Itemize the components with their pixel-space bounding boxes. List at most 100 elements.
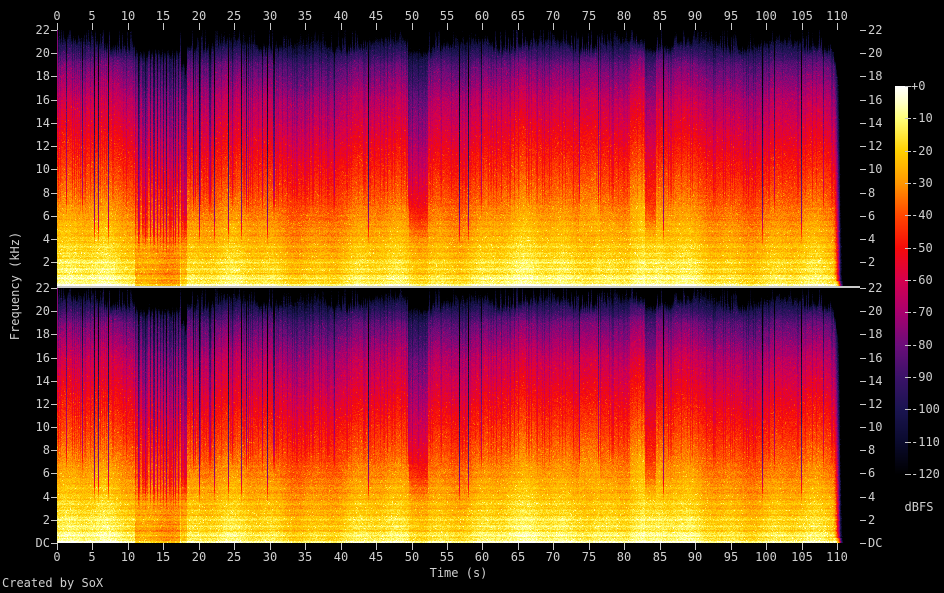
frequency-axis-title: Frequency (kHz) — [8, 231, 22, 341]
colorbar-tick-label: -50 — [911, 241, 933, 255]
time-tick-label-bottom: 55 — [439, 550, 455, 564]
time-tick-label-top: 110 — [826, 9, 848, 23]
freq-tick-label-right: 8 — [868, 186, 876, 200]
time-tick-bottom — [447, 543, 448, 550]
colorbar-tick-label: -70 — [911, 305, 933, 319]
freq-tick-label-right: 10 — [868, 162, 883, 176]
time-tick-top — [731, 23, 732, 30]
time-tick-bottom — [589, 543, 590, 550]
freq-tick-label-left: 12 — [35, 397, 50, 411]
freq-tick-label-right: 10 — [868, 420, 883, 434]
freq-tick-right — [860, 450, 866, 451]
time-tick-label-bottom: 95 — [723, 550, 739, 564]
freq-tick-label-right: 12 — [868, 397, 883, 411]
time-tick-label-top: 65 — [510, 9, 526, 23]
time-tick-bottom — [234, 543, 235, 550]
freq-tick-left — [51, 262, 57, 263]
time-tick-top — [57, 23, 58, 30]
freq-tick-label-right: 8 — [868, 443, 876, 457]
freq-dc-label-right: DC — [868, 536, 883, 550]
time-tick-top — [305, 23, 306, 30]
time-tick-top — [802, 23, 803, 30]
freq-tick-left — [51, 53, 57, 54]
freq-tick-label-left: 20 — [35, 46, 50, 60]
time-tick-bottom — [163, 543, 164, 550]
colorbar-tick-label: -60 — [911, 273, 933, 287]
freq-tick-left — [51, 311, 57, 312]
freq-tick-label-right: 6 — [868, 209, 876, 223]
time-tick-top — [518, 23, 519, 30]
time-tick-bottom — [57, 543, 58, 550]
freq-tick-right — [860, 30, 866, 31]
time-tick-bottom — [305, 543, 306, 550]
colorbar-unit-label: dBFS — [904, 500, 934, 514]
time-tick-label-top: 75 — [581, 9, 597, 23]
colorbar-tick-label: -90 — [911, 370, 933, 384]
time-tick-label-bottom: 85 — [652, 550, 668, 564]
time-tick-top — [341, 23, 342, 30]
freq-tick-left — [51, 473, 57, 474]
time-tick-label-top: 35 — [297, 9, 313, 23]
freq-tick-right — [860, 216, 866, 217]
time-tick-top — [624, 23, 625, 30]
colorbar-tick-label: +0 — [911, 79, 926, 93]
colorbar-tick-label: -30 — [911, 176, 933, 190]
freq-tick-label-left: 22 — [35, 23, 50, 37]
time-tick-bottom — [660, 543, 661, 550]
time-tick-label-bottom: 25 — [226, 550, 242, 564]
freq-tick-label-right: 2 — [868, 513, 876, 527]
time-tick-label-top: 45 — [368, 9, 384, 23]
time-tick-label-top: 90 — [687, 9, 703, 23]
time-tick-label-bottom: 45 — [368, 550, 384, 564]
freq-tick-right — [860, 520, 866, 521]
time-tick-label-top: 60 — [474, 9, 490, 23]
time-tick-label-bottom: 15 — [155, 550, 171, 564]
freq-tick-left — [51, 520, 57, 521]
freq-tick-label-left: 10 — [35, 162, 50, 176]
freq-tick-label-left: 18 — [35, 69, 50, 83]
time-tick-top — [482, 23, 483, 30]
freq-tick-left — [51, 123, 57, 124]
freq-tick-right — [860, 334, 866, 335]
freq-tick-label-left: 6 — [42, 466, 50, 480]
freq-dc-label-left: DC — [35, 536, 50, 550]
freq-tick-label-right: 22 — [868, 23, 883, 37]
freq-tick-label-left: 8 — [42, 443, 50, 457]
freq-tick-right — [860, 146, 866, 147]
freq-tick-right — [860, 123, 866, 124]
time-tick-label-top: 25 — [226, 9, 242, 23]
freq-tick-label-left: 16 — [35, 93, 50, 107]
freq-tick-left — [51, 169, 57, 170]
colorbar-tick-label: -40 — [911, 208, 933, 222]
freq-tick-label-left: 12 — [35, 139, 50, 153]
time-tick-top — [553, 23, 554, 30]
time-tick-top — [376, 23, 377, 30]
time-tick-label-bottom: 20 — [191, 550, 207, 564]
freq-tick-left — [51, 450, 57, 451]
time-tick-label-top: 100 — [755, 9, 777, 23]
freq-tick-label-right: 4 — [868, 490, 876, 504]
freq-tick-left — [51, 146, 57, 147]
freq-tick-right — [860, 404, 866, 405]
colorbar-tick-label: -10 — [911, 111, 933, 125]
time-tick-bottom — [199, 543, 200, 550]
freq-tick-left — [51, 239, 57, 240]
colorbar-tick-label: -20 — [911, 144, 933, 158]
time-tick-label-bottom: 60 — [474, 550, 490, 564]
freq-tick-right — [860, 193, 866, 194]
time-tick-bottom — [731, 543, 732, 550]
freq-tick-label-left: 6 — [42, 209, 50, 223]
time-tick-label-bottom: 65 — [510, 550, 526, 564]
freq-tick-label-left: 16 — [35, 351, 50, 365]
freq-tick-label-right: 18 — [868, 69, 883, 83]
spectrogram-canvas — [57, 30, 860, 543]
time-tick-label-top: 0 — [53, 9, 61, 23]
time-tick-label-bottom: 30 — [262, 550, 278, 564]
freq-tick-left — [51, 288, 57, 289]
freq-tick-label-left: 2 — [42, 513, 50, 527]
time-tick-bottom — [412, 543, 413, 550]
time-tick-label-top: 85 — [652, 9, 668, 23]
freq-tick-label-right: 12 — [868, 139, 883, 153]
colorbar-tick-label: -80 — [911, 338, 933, 352]
time-tick-label-top: 80 — [616, 9, 632, 23]
